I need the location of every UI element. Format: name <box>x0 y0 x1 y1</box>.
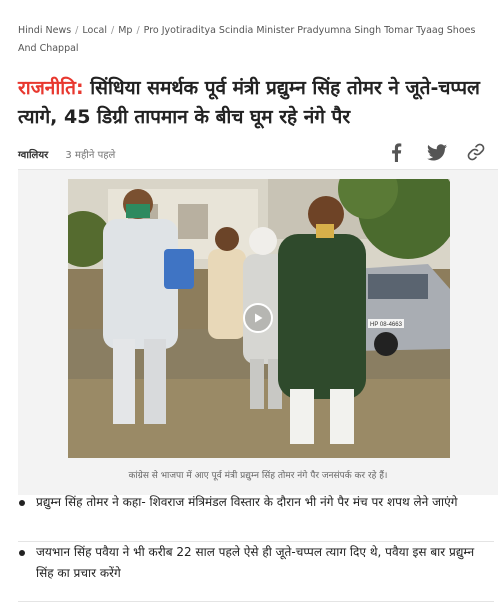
breadcrumb-separator: / <box>136 25 140 36</box>
headline-text: सिंधिया समर्थक पूर्व मंत्री प्रद्युम्न स… <box>18 77 480 128</box>
published-time: 3 महीने पहले <box>65 150 116 161</box>
link-icon <box>467 143 485 161</box>
city-label[interactable]: ग्वालियर <box>18 150 48 161</box>
number-plate: HP 08-4663 <box>370 322 403 328</box>
play-button[interactable] <box>243 303 273 333</box>
copy-link-button[interactable] <box>465 141 487 163</box>
breadcrumb-hindi-news[interactable]: Hindi News <box>18 25 71 36</box>
play-icon <box>255 313 263 323</box>
divider <box>18 601 494 602</box>
twitter-share-button[interactable] <box>424 141 450 163</box>
facebook-icon <box>391 142 401 162</box>
article-meta: ग्वालियर 3 महीने पहले <box>18 147 115 161</box>
breadcrumb-mp[interactable]: Mp <box>118 25 132 36</box>
divider <box>18 541 494 542</box>
breadcrumb: Hindi News / Local / Mp / Pro Jyotiraditya Sci… <box>18 22 478 58</box>
breadcrumb-local[interactable]: Local <box>82 25 107 36</box>
breadcrumb-separator: / <box>111 25 115 36</box>
headline-category: राजनीति: <box>18 77 84 99</box>
breadcrumb-separator: / <box>75 25 79 36</box>
facebook-share-button[interactable] <box>386 141 406 163</box>
highlight-item: प्रद्युम्न सिंह तोमर ने कहा- शिवराज मंत्… <box>18 492 494 542</box>
highlights-list: प्रद्युम्न सिंह तोमर ने कहा- शिवराज मंत्… <box>18 492 494 598</box>
twitter-icon <box>427 143 447 160</box>
media-caption: कांग्रेस से भाजपा में आए पूर्व मंत्री प्… <box>128 471 388 481</box>
page-title: राजनीति: सिंधिया समर्थक पूर्व मंत्री प्र… <box>18 74 488 132</box>
highlight-item: जयभान सिंह पवैया ने भी करीब 22 साल पहले … <box>18 542 494 598</box>
